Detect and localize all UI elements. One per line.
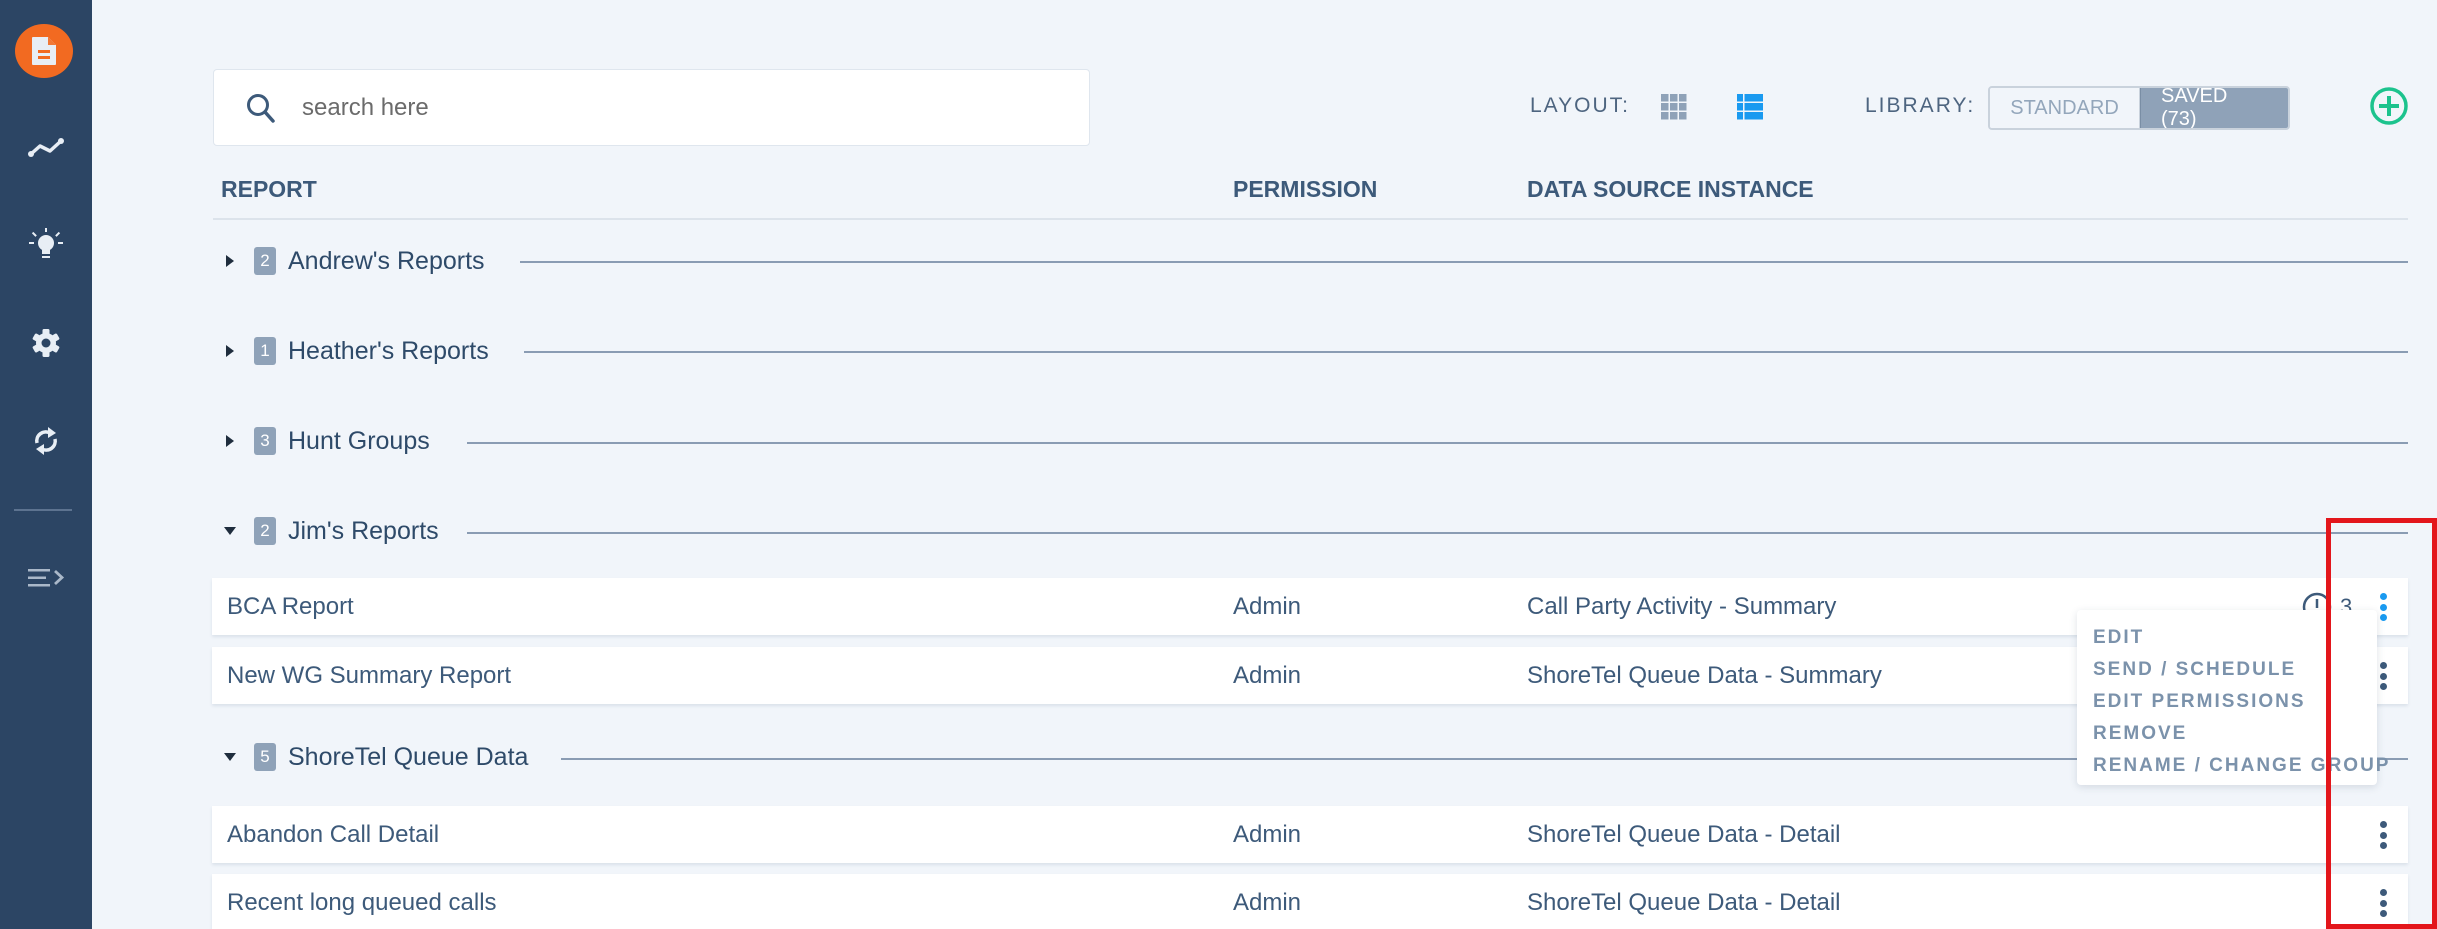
group-header[interactable]: 3 Hunt Groups xyxy=(222,421,430,461)
column-header-report[interactable]: REPORT xyxy=(221,176,317,203)
group-count-badge: 3 xyxy=(254,427,276,455)
menu-item-edit[interactable]: EDIT xyxy=(2077,622,2377,654)
lightbulb-icon xyxy=(29,228,63,258)
sidebar-item-settings[interactable] xyxy=(0,313,92,373)
data-source-value: ShoreTel Queue Data - Detail xyxy=(1527,820,1841,848)
group-header[interactable]: 2 Jim's Reports xyxy=(222,511,439,551)
group-divider xyxy=(467,532,2408,534)
menu-item-edit-permissions[interactable]: EDIT PERMISSIONS xyxy=(2077,686,2377,718)
search-input[interactable] xyxy=(302,93,1062,122)
sidebar-item-analytics[interactable] xyxy=(0,117,92,177)
table-row[interactable]: Recent long queued calls Admin ShoreTel … xyxy=(212,874,2408,929)
group-divider xyxy=(524,351,2408,353)
list-icon xyxy=(1737,94,1763,120)
caret-down-icon xyxy=(222,749,238,765)
sidebar-item-insights[interactable] xyxy=(0,215,92,275)
sidebar-divider xyxy=(14,509,72,511)
table-row[interactable]: Abandon Call Detail Admin ShoreTel Queue… xyxy=(212,806,2408,863)
data-source-value: ShoreTel Queue Data - Summary xyxy=(1527,661,1882,689)
menu-item-remove[interactable]: REMOVE xyxy=(2077,718,2377,750)
refresh-icon xyxy=(35,427,57,455)
caret-right-icon xyxy=(222,253,238,269)
library-toggle: STANDARD SAVED (73) xyxy=(1988,86,2290,130)
data-source-value: ShoreTel Queue Data - Detail xyxy=(1527,888,1841,916)
header-divider xyxy=(213,218,2408,220)
library-saved-button[interactable]: SAVED (73) xyxy=(2140,88,2288,128)
sidebar-item-reports[interactable] xyxy=(15,24,73,78)
report-name[interactable]: Abandon Call Detail xyxy=(227,806,439,863)
group-divider xyxy=(467,442,2408,444)
sidebar-item-sync[interactable] xyxy=(0,411,92,471)
group-header[interactable]: 5 ShoreTel Queue Data xyxy=(222,737,528,777)
menu-item-send-schedule[interactable]: SEND / SCHEDULE xyxy=(2077,654,2377,686)
plus-circle-icon xyxy=(2370,87,2408,125)
sidebar xyxy=(0,0,92,929)
group-count-badge: 1 xyxy=(254,337,276,365)
row-actions-button[interactable] xyxy=(2373,887,2393,919)
permission-value: Admin xyxy=(1233,592,1302,620)
grid-layout-button[interactable] xyxy=(1661,94,1687,120)
caret-down-icon xyxy=(222,523,238,539)
sidebar-collapse-toggle[interactable] xyxy=(0,548,92,608)
library-standard-button[interactable]: STANDARD xyxy=(1990,88,2140,128)
permission-value: Admin xyxy=(1233,820,1302,848)
group-name: Heather's Reports xyxy=(288,336,489,365)
column-header-data-source[interactable]: DATA SOURCE INSTANCE xyxy=(1527,176,1814,203)
row-actions-button[interactable] xyxy=(2373,819,2393,851)
add-report-button[interactable] xyxy=(2369,86,2409,126)
library-label: LIBRARY: xyxy=(1865,94,1976,117)
group-count-badge: 5 xyxy=(254,743,276,771)
group-header[interactable]: 1 Heather's Reports xyxy=(222,331,489,371)
row-context-menu: EDIT SEND / SCHEDULE EDIT PERMISSIONS RE… xyxy=(2077,610,2388,785)
caret-right-icon xyxy=(222,433,238,449)
gear-icon xyxy=(32,329,60,357)
group-name: ShoreTel Queue Data xyxy=(288,742,529,771)
list-layout-button[interactable] xyxy=(1737,94,1763,120)
search-icon xyxy=(247,93,275,123)
group-name: Hunt Groups xyxy=(288,426,430,455)
group-count-badge: 2 xyxy=(254,247,276,275)
group-divider xyxy=(520,261,2408,263)
report-name[interactable]: Recent long queued calls xyxy=(227,874,497,929)
group-name: Jim's Reports xyxy=(288,516,439,545)
document-icon xyxy=(32,37,56,65)
report-name[interactable]: New WG Summary Report xyxy=(227,647,511,704)
permission-value: Admin xyxy=(1233,661,1302,689)
grid-icon xyxy=(1661,94,1687,120)
data-source-value: Call Party Activity - Summary xyxy=(1527,592,1837,620)
group-header[interactable]: 2 Andrew's Reports xyxy=(222,241,485,281)
group-name: Andrew's Reports xyxy=(288,246,485,275)
expand-menu-icon xyxy=(28,569,65,587)
group-count-badge: 2 xyxy=(254,517,276,545)
layout-label: LAYOUT: xyxy=(1530,94,1630,117)
trend-line-icon xyxy=(28,138,64,157)
column-header-permission[interactable]: PERMISSION xyxy=(1233,176,1377,203)
caret-right-icon xyxy=(222,343,238,359)
search-box xyxy=(213,69,1090,146)
menu-item-rename-change-group[interactable]: RENAME / CHANGE GROUP xyxy=(2077,750,2388,782)
report-name[interactable]: BCA Report xyxy=(227,578,354,635)
permission-value: Admin xyxy=(1233,888,1302,916)
